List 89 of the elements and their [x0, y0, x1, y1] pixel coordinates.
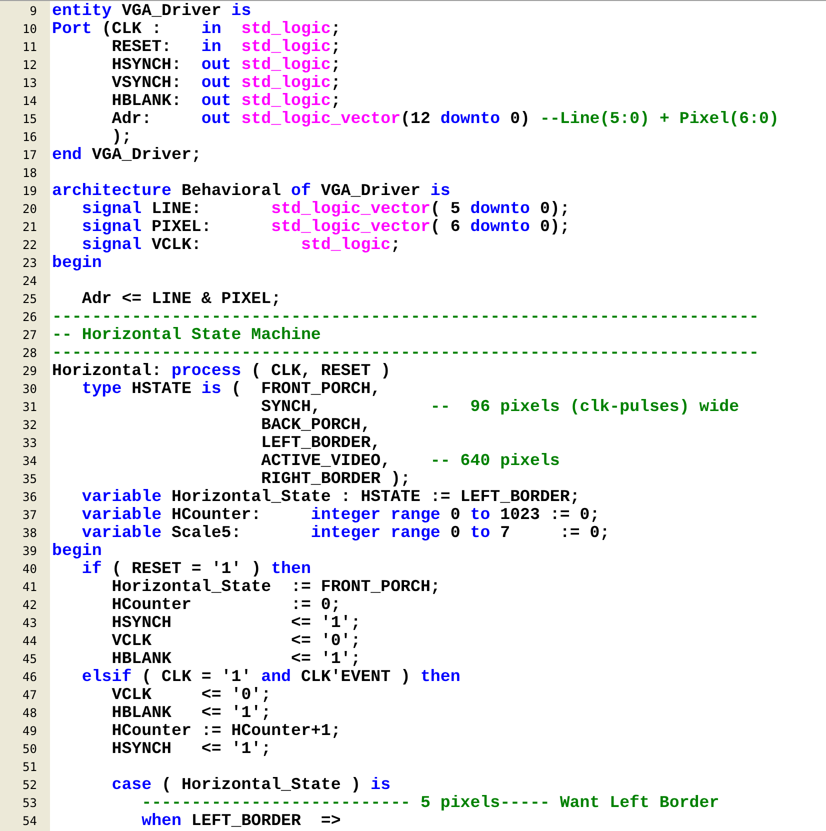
line-number: 53 — [22, 796, 37, 810]
line-number: 20 — [22, 202, 37, 216]
code-line: ----------------------------------------------------------------------- — [52, 307, 760, 326]
line-number: 29 — [22, 364, 37, 378]
code-line: Adr <= LINE & PIXEL; — [80, 289, 282, 308]
line-number: 38 — [22, 526, 37, 540]
line-number: 14 — [22, 94, 37, 108]
code-line: case ( Horizontal_State ) is — [110, 775, 391, 794]
code-line: if ( RESET = '1' ) then — [80, 559, 311, 578]
code-line: HSYNCH <= '1'; — [110, 739, 272, 758]
line-number: 22 — [22, 238, 37, 252]
code-line: RIGHT_BORDER ); — [260, 469, 410, 488]
line-number: 12 — [22, 58, 37, 72]
code-line: VCLK <= '0'; — [110, 685, 272, 704]
line-number: 37 — [22, 508, 37, 522]
line-number: 52 — [22, 778, 37, 792]
line-number: 16 — [22, 130, 37, 144]
code-line: signal LINE: std_logic_vector( 5 downto 0); — [80, 199, 570, 218]
code-line: HBLANK <= '1'; — [110, 649, 361, 668]
code-line: elsif ( CLK = '1' and CLK'EVENT ) then — [80, 667, 460, 686]
code-line: ----------------------------------------------------------------------- — [52, 343, 760, 362]
line-number: 44 — [22, 634, 37, 648]
line-number: 10 — [22, 22, 37, 36]
line-number: 36 — [22, 490, 37, 504]
code-line: variable Scale5: integer range 0 to 7 := 0; — [80, 523, 610, 542]
code-line: signal VCLK: std_logic; — [80, 235, 401, 254]
code-line: ); — [110, 127, 132, 146]
line-number: 31 — [22, 400, 37, 414]
code-line: VSYNCH: out std_logic; — [110, 73, 341, 92]
line-number: 24 — [22, 274, 37, 288]
line-number: 45 — [22, 652, 37, 666]
code-line: LEFT_BORDER, — [260, 433, 381, 452]
code-line: HSYNCH <= '1'; — [110, 613, 361, 632]
line-number: 9 — [30, 4, 37, 18]
line-number: 32 — [22, 418, 37, 432]
line-number: 42 — [22, 598, 37, 612]
code-line: --------------------------- 5 pixels----- Want Left Border — [140, 793, 720, 812]
line-number: 40 — [22, 562, 37, 576]
code-line: SYNCH, -- 96 pixels (clk-pulses) wide — [260, 397, 740, 416]
code-line: signal PIXEL: std_logic_vector( 6 downto 0); — [80, 217, 570, 236]
line-number: 48 — [22, 706, 37, 720]
line-number: 43 — [22, 616, 37, 630]
code-line: Horizontal_State := FRONT_PORCH; — [110, 577, 440, 596]
line-number: 27 — [22, 328, 37, 342]
code-line: BACK_PORCH, — [260, 415, 371, 434]
line-number: 34 — [22, 454, 37, 468]
line-number: 49 — [22, 724, 37, 738]
code-line: RESET: in std_logic; — [110, 37, 341, 56]
line-number: 25 — [22, 292, 37, 306]
code-line: begin — [52, 253, 102, 272]
code-line: -- Horizontal State Machine — [52, 325, 321, 344]
line-number: 26 — [22, 310, 37, 324]
code-line: variable Horizontal_State : HSTATE := LEFT_BORDER; — [80, 487, 580, 506]
code-line: end VGA_Driver; — [52, 145, 202, 164]
line-number: 50 — [22, 742, 37, 756]
code-line: entity VGA_Driver is — [52, 1, 252, 20]
code-line: Horizontal: process ( CLK, RESET ) — [52, 361, 391, 380]
line-number: 15 — [22, 112, 37, 126]
line-number: 39 — [22, 544, 37, 558]
code-line: Adr: out std_logic_vector(12 downto 0) --Line(5:0) + Pixel(6:0) — [110, 109, 779, 128]
code-line: begin — [52, 541, 102, 560]
line-number: 47 — [22, 688, 37, 702]
code-line: when LEFT_BORDER => — [140, 811, 341, 830]
code-line: VCLK <= '0'; — [110, 631, 361, 650]
line-number: 23 — [22, 256, 37, 270]
code-line: HBLANK: out std_logic; — [110, 91, 341, 110]
code-line: Port (CLK : in std_logic; — [52, 19, 341, 38]
line-number: 35 — [22, 472, 37, 486]
code-line: architecture Behavioral of VGA_Driver is — [52, 181, 450, 200]
line-number: 54 — [22, 814, 37, 828]
line-number: 19 — [22, 184, 37, 198]
line-number: 18 — [22, 166, 37, 180]
code-line: HCounter := 0; — [110, 595, 341, 614]
line-number: 51 — [22, 760, 37, 774]
code-line: ACTIVE_VIDEO, -- 640 pixels — [260, 451, 560, 470]
code-line: HCounter := HCounter+1; — [110, 721, 341, 740]
line-number: 46 — [22, 670, 37, 684]
line-number: 21 — [22, 220, 37, 234]
line-number: 13 — [22, 76, 37, 90]
code-line: variable HCounter: integer range 0 to 1023 := 0; — [80, 505, 600, 524]
line-number: 41 — [22, 580, 37, 594]
line-number: 28 — [22, 346, 37, 360]
code-line: HBLANK <= '1'; — [110, 703, 272, 722]
line-number: 17 — [22, 148, 37, 162]
line-number: 30 — [22, 382, 37, 396]
code-line: type HSTATE is ( FRONT_PORCH, — [80, 379, 381, 398]
code-line: HSYNCH: out std_logic; — [110, 55, 341, 74]
line-number: 33 — [22, 436, 37, 450]
line-number: 11 — [22, 40, 37, 54]
